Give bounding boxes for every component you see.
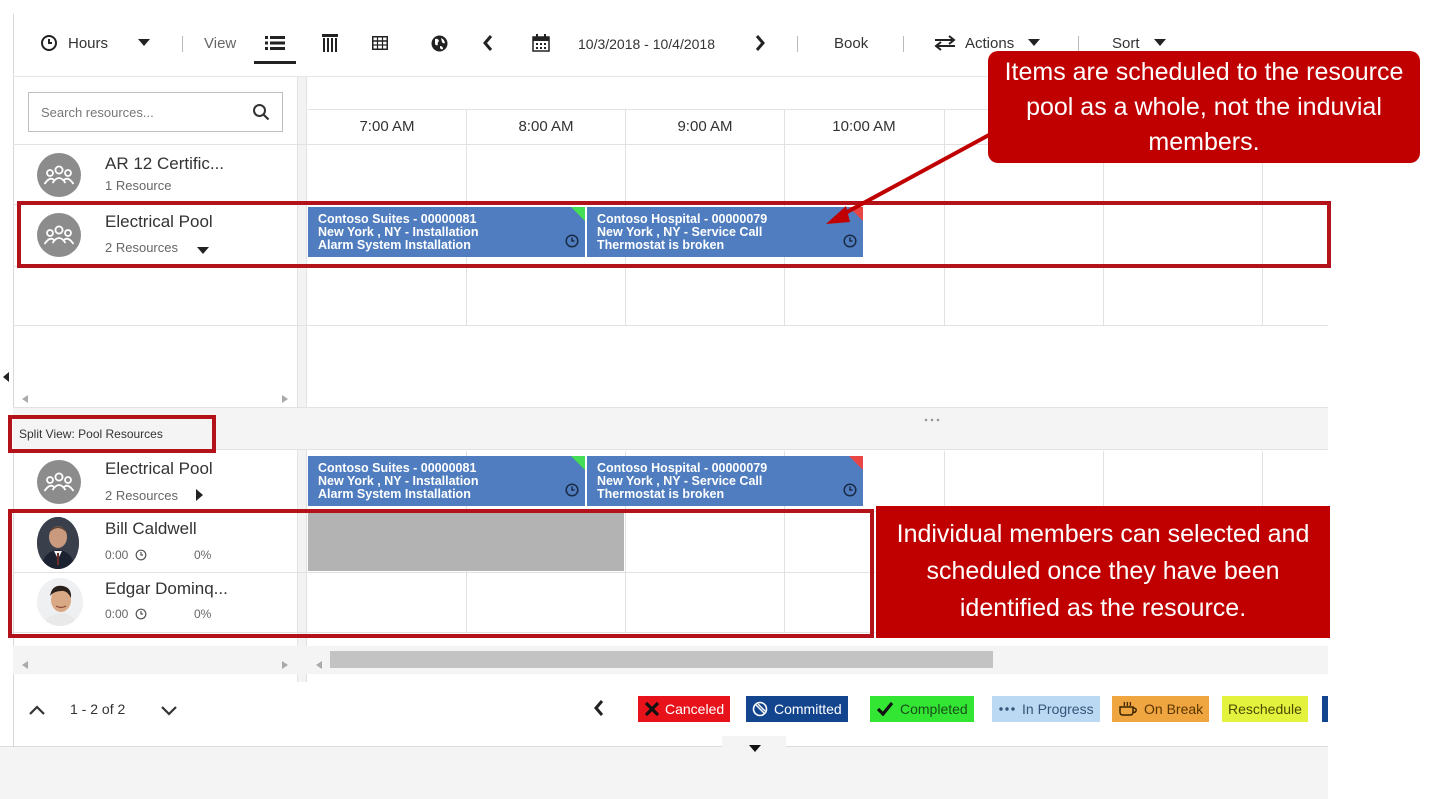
legend-label: Completed	[900, 701, 968, 717]
callout-arrow	[826, 114, 1025, 224]
actions-dropdown[interactable]: Actions	[965, 35, 1014, 52]
annotation-highlight	[8, 415, 216, 453]
clock-icon	[843, 483, 857, 500]
resource-search[interactable]	[28, 92, 283, 132]
previous-date-icon[interactable]	[478, 30, 498, 56]
clock-icon	[565, 483, 579, 500]
resource-count: 2 Resources	[105, 488, 178, 503]
horizontal-scrollbar-thumb[interactable]	[330, 651, 993, 668]
scroll-left-icon[interactable]	[316, 656, 322, 674]
toolbar-separator	[1078, 36, 1079, 52]
booking-block[interactable]: Contoso Suites - 00000081 New York , NY …	[308, 456, 585, 506]
page-down-icon[interactable]	[160, 704, 178, 722]
hours-dropdown[interactable]: Hours	[68, 35, 108, 52]
legend-canceled: Canceled	[638, 696, 731, 722]
legend-in-progress: In Progress	[992, 696, 1100, 722]
committed-icon	[752, 701, 768, 717]
calendar-icon[interactable]	[530, 30, 552, 56]
legend-label: On Break	[1144, 701, 1204, 717]
legend-previous-icon[interactable]	[594, 700, 604, 721]
pool-avatar-icon	[37, 460, 81, 504]
x-icon	[644, 701, 660, 717]
legend-on-break: On Break	[1112, 696, 1210, 722]
resource-name[interactable]: AR 12 Certific...	[105, 154, 224, 174]
booking-description: Thermostat is broken	[597, 487, 725, 501]
callout-pool-scheduling: Items are scheduled to the resource pool…	[988, 51, 1420, 163]
chevron-down-icon[interactable]	[749, 739, 761, 757]
legend-label: Canceled	[665, 701, 725, 717]
legend-reschedule: Reschedule	[1222, 696, 1308, 722]
page-up-icon[interactable]	[28, 703, 46, 721]
grid-line	[1262, 451, 1263, 511]
legend-overflow	[1322, 696, 1328, 722]
active-view-indicator	[254, 61, 296, 64]
list-view-icon[interactable]	[262, 30, 288, 56]
legend-label: Reschedule	[1228, 701, 1302, 717]
coffee-icon	[1118, 701, 1138, 717]
checkmark-icon	[876, 701, 894, 717]
pagination-text: 1 - 2 of 2	[70, 701, 126, 717]
scroll-right-icon[interactable]	[282, 656, 288, 674]
swap-icon[interactable]	[932, 30, 958, 56]
date-range[interactable]: 10/3/2018 - 10/4/2018	[578, 36, 715, 52]
scroll-left-icon[interactable]	[22, 656, 28, 674]
scroll-right-icon[interactable]	[282, 390, 288, 408]
view-label: View	[204, 35, 237, 52]
toolbar-separator	[182, 36, 183, 52]
legend-label: In Progress	[1022, 701, 1094, 717]
booking-description: Alarm System Installation	[318, 487, 471, 501]
row-divider	[13, 325, 1328, 326]
legend-completed: Completed	[870, 696, 974, 722]
booking-block[interactable]: Contoso Hospital - 00000079 New York , N…	[587, 456, 863, 506]
scroll-left-icon[interactable]	[22, 390, 28, 408]
pool-avatar-icon	[37, 153, 81, 197]
legend-committed: Committed	[746, 696, 848, 722]
status-corner	[849, 456, 863, 470]
toolbar-separator	[797, 36, 798, 52]
table-view-icon[interactable]	[368, 30, 392, 56]
grid-line	[944, 451, 945, 511]
time-header-7am: 7:00 AM	[359, 118, 415, 135]
resource-count: 1 Resource	[105, 178, 172, 193]
callout-member-scheduling: Individual members can selected and sche…	[876, 506, 1330, 638]
search-icon[interactable]	[252, 103, 270, 126]
book-button[interactable]: Book	[834, 35, 868, 52]
vertical-view-icon[interactable]	[318, 30, 342, 56]
annotation-highlight	[8, 509, 874, 638]
chevron-down-icon[interactable]	[136, 30, 152, 56]
ellipsis-icon	[998, 706, 1016, 712]
status-corner	[571, 456, 585, 470]
footer-toggle[interactable]	[722, 736, 786, 752]
next-date-icon[interactable]	[750, 30, 770, 56]
toolbar-separator	[903, 36, 904, 52]
sort-dropdown[interactable]: Sort	[1112, 35, 1140, 52]
footer-area	[0, 746, 1328, 799]
expand-right-icon[interactable]	[196, 488, 204, 506]
legend-label: Committed	[774, 701, 842, 717]
grid-line	[1103, 451, 1104, 511]
annotation-highlight	[17, 201, 1331, 268]
clock-icon[interactable]	[38, 30, 60, 56]
search-input[interactable]	[29, 93, 244, 131]
resize-handle-icon[interactable]	[924, 409, 940, 427]
time-header-8am: 8:00 AM	[518, 118, 574, 135]
time-header-9am: 9:00 AM	[677, 118, 733, 135]
collapse-panel-icon[interactable]	[3, 369, 9, 387]
globe-icon[interactable]	[427, 30, 451, 56]
resource-name[interactable]: Electrical Pool	[105, 459, 213, 479]
